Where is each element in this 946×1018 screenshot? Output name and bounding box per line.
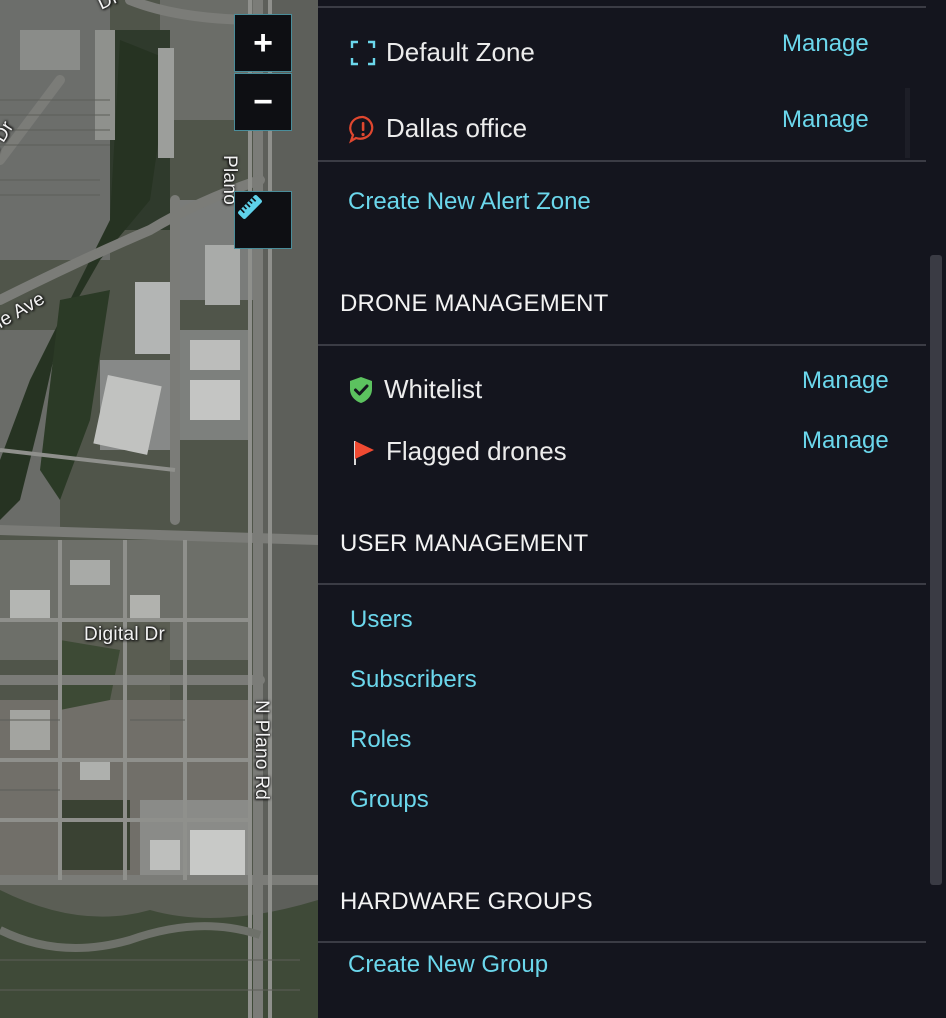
groups-link[interactable]: Groups (350, 786, 429, 814)
create-new-group-link[interactable]: Create New Group (348, 951, 548, 979)
divider (318, 941, 926, 943)
minus-icon: − (253, 83, 273, 121)
create-new-alert-zone-link[interactable]: Create New Alert Zone (348, 188, 591, 216)
zoom-out-button[interactable]: − (234, 73, 292, 131)
whitelist-label: Whitelist (384, 374, 483, 404)
panel-scrollbar-thumb[interactable] (930, 255, 942, 885)
measure-ruler-button[interactable] (234, 191, 292, 249)
divider (318, 6, 926, 8)
zone-list-scrollbar[interactable] (905, 88, 910, 158)
dashed-square-icon (348, 38, 378, 68)
shield-check-icon (346, 375, 376, 405)
road-label-n-plano-rd: N Plano Rd (251, 700, 272, 801)
subscribers-link[interactable]: Subscribers (350, 666, 477, 694)
flagged-drones-item: Flagged drones (348, 436, 567, 467)
drone-management-heading: DRONE MANAGEMENT (340, 290, 609, 317)
divider (318, 583, 926, 585)
ruler-icon (238, 195, 262, 219)
flagged-drones-label: Flagged drones (386, 436, 567, 466)
red-flag-icon (348, 437, 378, 467)
user-management-heading: USER MANAGEMENT (340, 530, 589, 557)
zoom-in-button[interactable]: + (234, 14, 292, 72)
zone-item-default: Default Zone (348, 37, 535, 68)
divider (318, 160, 926, 162)
manage-flagged-drones-link[interactable]: Manage (802, 427, 889, 455)
zone-item-dallas-office: Dallas office (348, 113, 527, 144)
zone-label: Dallas office (386, 113, 528, 143)
map-imagery (0, 0, 318, 1018)
whitelist-item: Whitelist (346, 374, 482, 405)
settings-panel: Default Zone Manage Dallas office Manage… (318, 0, 946, 1018)
zone-label: Default Zone (386, 37, 535, 67)
manage-dallas-office-link[interactable]: Manage (782, 106, 869, 134)
divider (318, 344, 926, 346)
users-link[interactable]: Users (350, 606, 413, 634)
hardware-groups-heading: HARDWARE GROUPS (340, 888, 593, 915)
alert-speech-icon (348, 114, 378, 144)
plus-icon: + (253, 24, 273, 62)
satellite-map[interactable]: Dr le Dr le Ave Plano Digital Dr N Plano… (0, 0, 318, 1018)
road-label-digital-dr: Digital Dr (84, 624, 166, 645)
manage-default-zone-link[interactable]: Manage (782, 30, 869, 58)
manage-whitelist-link[interactable]: Manage (802, 367, 889, 395)
roles-link[interactable]: Roles (350, 726, 411, 754)
